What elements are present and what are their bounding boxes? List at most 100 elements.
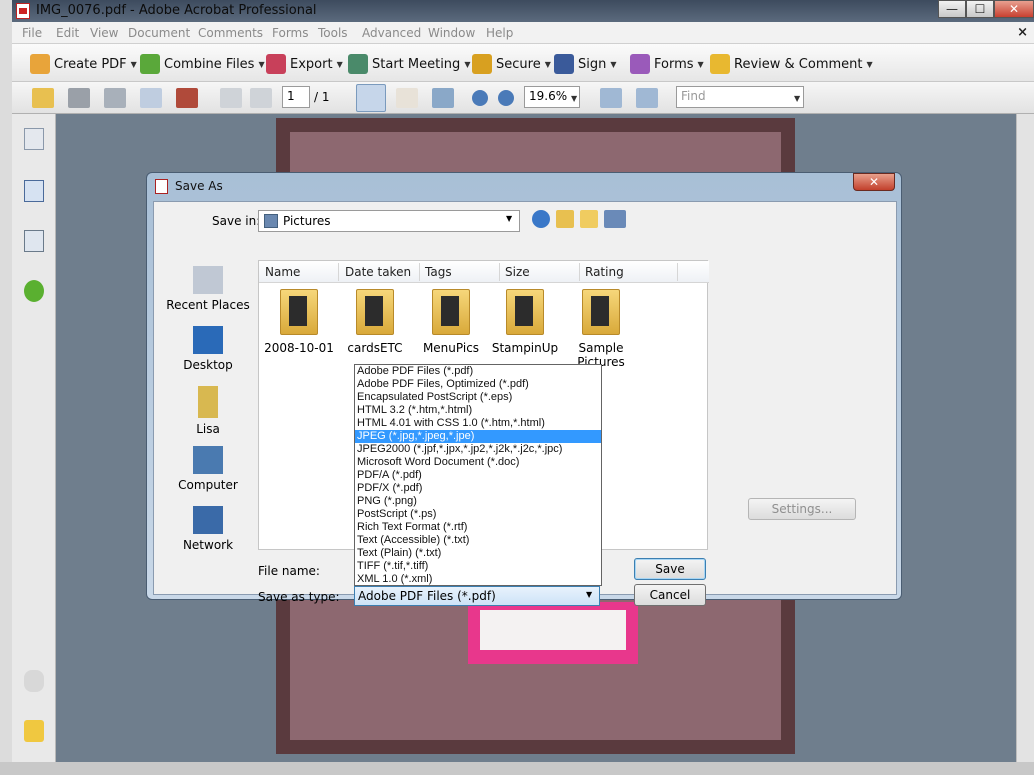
- place-recent-places[interactable]: Recent Places: [162, 266, 254, 312]
- file-type-option[interactable]: Text (Accessible) (*.txt): [355, 534, 601, 547]
- hand-tool-icon[interactable]: [396, 88, 418, 108]
- folder-item[interactable]: MenuPics: [413, 289, 489, 355]
- column-rating[interactable]: Rating: [585, 265, 624, 279]
- signatures-icon[interactable]: [24, 230, 44, 252]
- file-type-option[interactable]: Adobe PDF Files, Optimized (*.pdf): [355, 378, 601, 391]
- comments-icon[interactable]: [24, 720, 44, 742]
- file-type-option[interactable]: Microsoft Word Document (*.doc): [355, 456, 601, 469]
- sign-button[interactable]: Sign ▼: [554, 54, 617, 74]
- up-folder-icon[interactable]: [556, 210, 574, 228]
- menu-advanced[interactable]: Advanced: [362, 26, 421, 40]
- start-meeting-label: Start Meeting: [372, 56, 461, 72]
- save-button[interactable]: Save: [634, 558, 706, 580]
- folder-icon: [280, 289, 318, 335]
- cancel-button[interactable]: Cancel: [634, 584, 706, 606]
- fit-page-icon[interactable]: [636, 88, 658, 108]
- open-folder-icon[interactable]: [32, 88, 54, 108]
- menu-file[interactable]: File: [22, 26, 42, 40]
- menu-document[interactable]: Document: [128, 26, 190, 40]
- file-type-option[interactable]: Encapsulated PostScript (*.eps): [355, 391, 601, 404]
- folder-item[interactable]: 2008-10-01: [261, 289, 337, 355]
- file-type-option[interactable]: HTML 3.2 (*.htm,*.html): [355, 404, 601, 417]
- save-in-label: Save in:: [212, 214, 261, 228]
- maximize-button[interactable]: ☐: [966, 0, 994, 18]
- file-type-option[interactable]: PostScript (*.ps): [355, 508, 601, 521]
- column-name[interactable]: Name: [265, 265, 300, 279]
- folder-item[interactable]: StampinUp: [487, 289, 563, 355]
- zoom-out-icon[interactable]: [472, 90, 488, 106]
- settings-button[interactable]: Settings...: [748, 498, 856, 520]
- file-type-option[interactable]: Adobe PDF Files (*.pdf): [355, 365, 601, 378]
- file-type-option[interactable]: XML 1.0 (*.xml): [355, 573, 601, 586]
- next-page-icon[interactable]: [250, 88, 272, 108]
- pdf-icon: [16, 3, 30, 19]
- document-close-icon[interactable]: ×: [1017, 25, 1028, 40]
- menu-forms[interactable]: Forms: [272, 26, 308, 40]
- views-menu-icon[interactable]: [604, 210, 626, 228]
- save-icon[interactable]: [104, 88, 126, 108]
- file-toolbar: 1 / 1 19.6% ▼ Find ▼: [12, 82, 1034, 114]
- place-computer[interactable]: Computer: [162, 446, 254, 492]
- new-folder-icon[interactable]: [580, 210, 598, 228]
- find-input[interactable]: Find: [676, 86, 804, 108]
- file-type-option[interactable]: HTML 4.01 with CSS 1.0 (*.htm,*.html): [355, 417, 601, 430]
- email-icon[interactable]: [140, 88, 162, 108]
- folder-item[interactable]: Sample Pictures: [563, 289, 639, 369]
- start-meeting-button[interactable]: Start Meeting ▼: [348, 54, 470, 74]
- file-type-option[interactable]: JPEG2000 (*.jpf,*.jpx,*.jp2,*.j2k,*.j2c,…: [355, 443, 601, 456]
- column-tags[interactable]: Tags: [425, 265, 452, 279]
- select-tool-icon[interactable]: [356, 84, 386, 112]
- chevron-down-icon[interactable]: ▼: [506, 214, 512, 223]
- file-type-option[interactable]: PDF/X (*.pdf): [355, 482, 601, 495]
- place-desktop[interactable]: Desktop: [162, 326, 254, 372]
- close-button[interactable]: ✕: [994, 0, 1034, 18]
- file-type-option[interactable]: PDF/A (*.pdf): [355, 469, 601, 482]
- save-in-dropdown[interactable]: Pictures: [258, 210, 520, 232]
- bookmarks-icon[interactable]: [24, 180, 44, 202]
- folder-icon: [356, 289, 394, 335]
- chevron-down-icon[interactable]: ▼: [794, 94, 800, 103]
- create-pdf-button[interactable]: Create PDF ▼: [30, 54, 137, 74]
- back-icon[interactable]: [532, 210, 550, 228]
- file-type-option[interactable]: Text (Plain) (*.txt): [355, 547, 601, 560]
- column-date-taken[interactable]: Date taken: [345, 265, 411, 279]
- pink-card-panel: [468, 602, 638, 664]
- menu-view[interactable]: View: [90, 26, 118, 40]
- file-type-option-selected[interactable]: JPEG (*.jpg,*.jpeg,*.jpe): [355, 430, 601, 443]
- dialog-close-button[interactable]: ✕: [853, 173, 895, 191]
- column-size[interactable]: Size: [505, 265, 530, 279]
- file-type-option[interactable]: PNG (*.png): [355, 495, 601, 508]
- menu-window[interactable]: Window: [428, 26, 475, 40]
- chevron-down-icon[interactable]: ▼: [586, 590, 592, 599]
- zoom-in-icon[interactable]: [498, 90, 514, 106]
- place-network[interactable]: Network: [162, 506, 254, 552]
- attachment-icon[interactable]: [24, 670, 44, 692]
- folder-label: MenuPics: [422, 341, 480, 355]
- pages-icon[interactable]: [24, 128, 44, 150]
- folder-item[interactable]: cardsETC: [337, 289, 413, 355]
- print-icon[interactable]: [68, 88, 90, 108]
- combine-files-button[interactable]: Combine Files ▼: [140, 54, 265, 74]
- menu-comments[interactable]: Comments: [198, 26, 263, 40]
- menu-help[interactable]: Help: [486, 26, 513, 40]
- help-icon[interactable]: [24, 280, 44, 302]
- review-comment-button[interactable]: Review & Comment ▼: [710, 54, 873, 74]
- vertical-scrollbar[interactable]: [1016, 114, 1034, 762]
- secure-button[interactable]: Secure ▼: [472, 54, 551, 74]
- combine-files-label: Combine Files: [164, 56, 255, 72]
- file-type-option[interactable]: TIFF (*.tif,*.tiff): [355, 560, 601, 573]
- search-document-icon[interactable]: [176, 88, 198, 108]
- zoom-tool-icon[interactable]: [432, 88, 454, 108]
- page-number-input[interactable]: 1: [282, 86, 310, 108]
- place-lisa[interactable]: Lisa: [162, 386, 254, 436]
- minimize-button[interactable]: —: [938, 0, 966, 18]
- save-as-type-dropdown[interactable]: Adobe PDF Files (*.pdf): [354, 586, 600, 606]
- chevron-down-icon[interactable]: ▼: [571, 94, 577, 103]
- forms-button[interactable]: Forms ▼: [630, 54, 704, 74]
- menu-edit[interactable]: Edit: [56, 26, 79, 40]
- export-button[interactable]: Export ▼: [266, 54, 343, 74]
- file-type-option[interactable]: Rich Text Format (*.rtf): [355, 521, 601, 534]
- fit-width-icon[interactable]: [600, 88, 622, 108]
- previous-page-icon[interactable]: [220, 88, 242, 108]
- menu-tools[interactable]: Tools: [318, 26, 348, 40]
